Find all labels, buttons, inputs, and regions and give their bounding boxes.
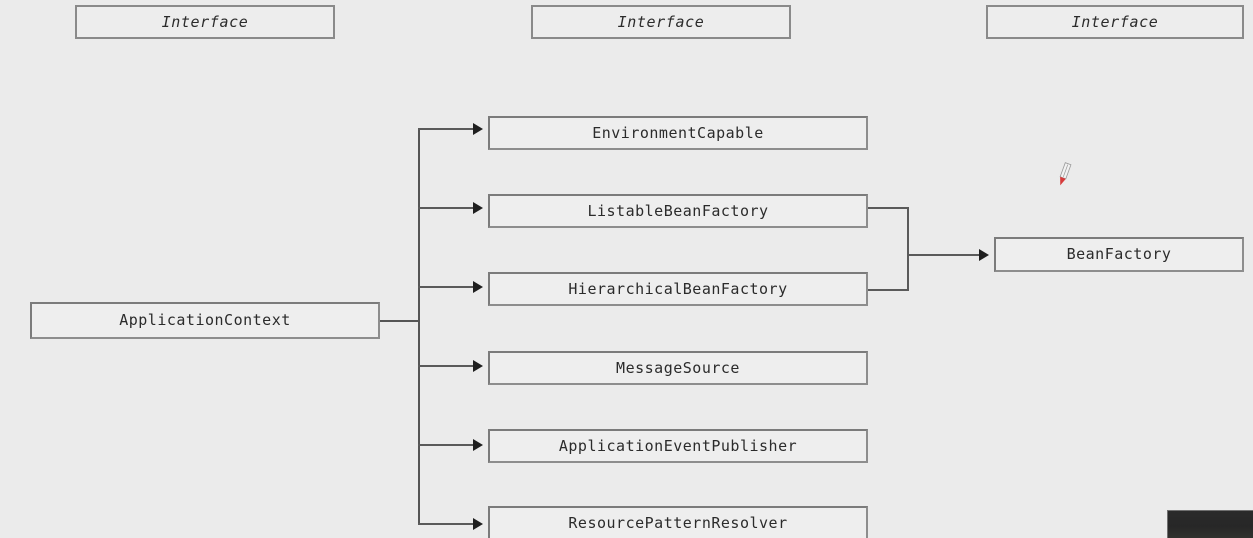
arrowhead-beanfactory [979, 249, 989, 261]
connector-branch-5 [418, 444, 473, 446]
interface-header-left-label: Interface [161, 12, 249, 31]
connector-branch-6 [418, 523, 473, 525]
node-hierarchical-bean-factory-label: HierarchicalBeanFactory [568, 279, 788, 298]
arrowhead-branch-5 [473, 439, 483, 451]
node-application-context[interactable]: ApplicationContext [30, 302, 380, 339]
connector-root-stub [379, 320, 420, 322]
pen-cursor-icon [1053, 162, 1075, 188]
node-bean-factory[interactable]: BeanFactory [994, 237, 1244, 272]
arrowhead-branch-1 [473, 123, 483, 135]
arrowhead-branch-2 [473, 202, 483, 214]
connector-branch-2 [418, 207, 473, 209]
arrowhead-branch-4 [473, 360, 483, 372]
interface-header-left: Interface [75, 5, 335, 39]
connector-branch-4 [418, 365, 473, 367]
interface-header-right-label: Interface [1071, 12, 1159, 31]
arrowhead-branch-6 [473, 518, 483, 530]
node-listable-bean-factory[interactable]: ListableBeanFactory [488, 194, 868, 228]
connector-beanfactory-arrow-line [907, 254, 979, 256]
node-resource-pattern-resolver-label: ResourcePatternResolver [568, 513, 788, 532]
interface-header-middle-label: Interface [617, 12, 705, 31]
connector-hierarchical-stub [868, 289, 909, 291]
connector-branch-3 [418, 286, 473, 288]
node-resource-pattern-resolver[interactable]: ResourcePatternResolver [488, 506, 868, 538]
diagram-canvas: Interface Interface Interface Applicatio… [0, 0, 1253, 538]
arrowhead-branch-3 [473, 281, 483, 293]
interface-header-right: Interface [986, 5, 1244, 39]
video-overlay [1167, 510, 1253, 538]
node-environment-capable[interactable]: EnvironmentCapable [488, 116, 868, 150]
node-environment-capable-label: EnvironmentCapable [592, 123, 764, 142]
node-message-source-label: MessageSource [616, 358, 740, 377]
connector-beanfactory-join [907, 207, 909, 291]
connector-listable-stub [868, 207, 909, 209]
node-bean-factory-label: BeanFactory [1066, 245, 1172, 263]
node-message-source[interactable]: MessageSource [488, 351, 868, 385]
node-listable-bean-factory-label: ListableBeanFactory [587, 201, 769, 220]
connector-trunk [418, 128, 420, 523]
node-application-context-label: ApplicationContext [119, 311, 291, 329]
connector-branch-1 [418, 128, 473, 130]
node-application-event-publisher-label: ApplicationEventPublisher [558, 436, 798, 455]
interface-header-middle: Interface [531, 5, 791, 39]
node-hierarchical-bean-factory[interactable]: HierarchicalBeanFactory [488, 272, 868, 306]
node-application-event-publisher[interactable]: ApplicationEventPublisher [488, 429, 868, 463]
